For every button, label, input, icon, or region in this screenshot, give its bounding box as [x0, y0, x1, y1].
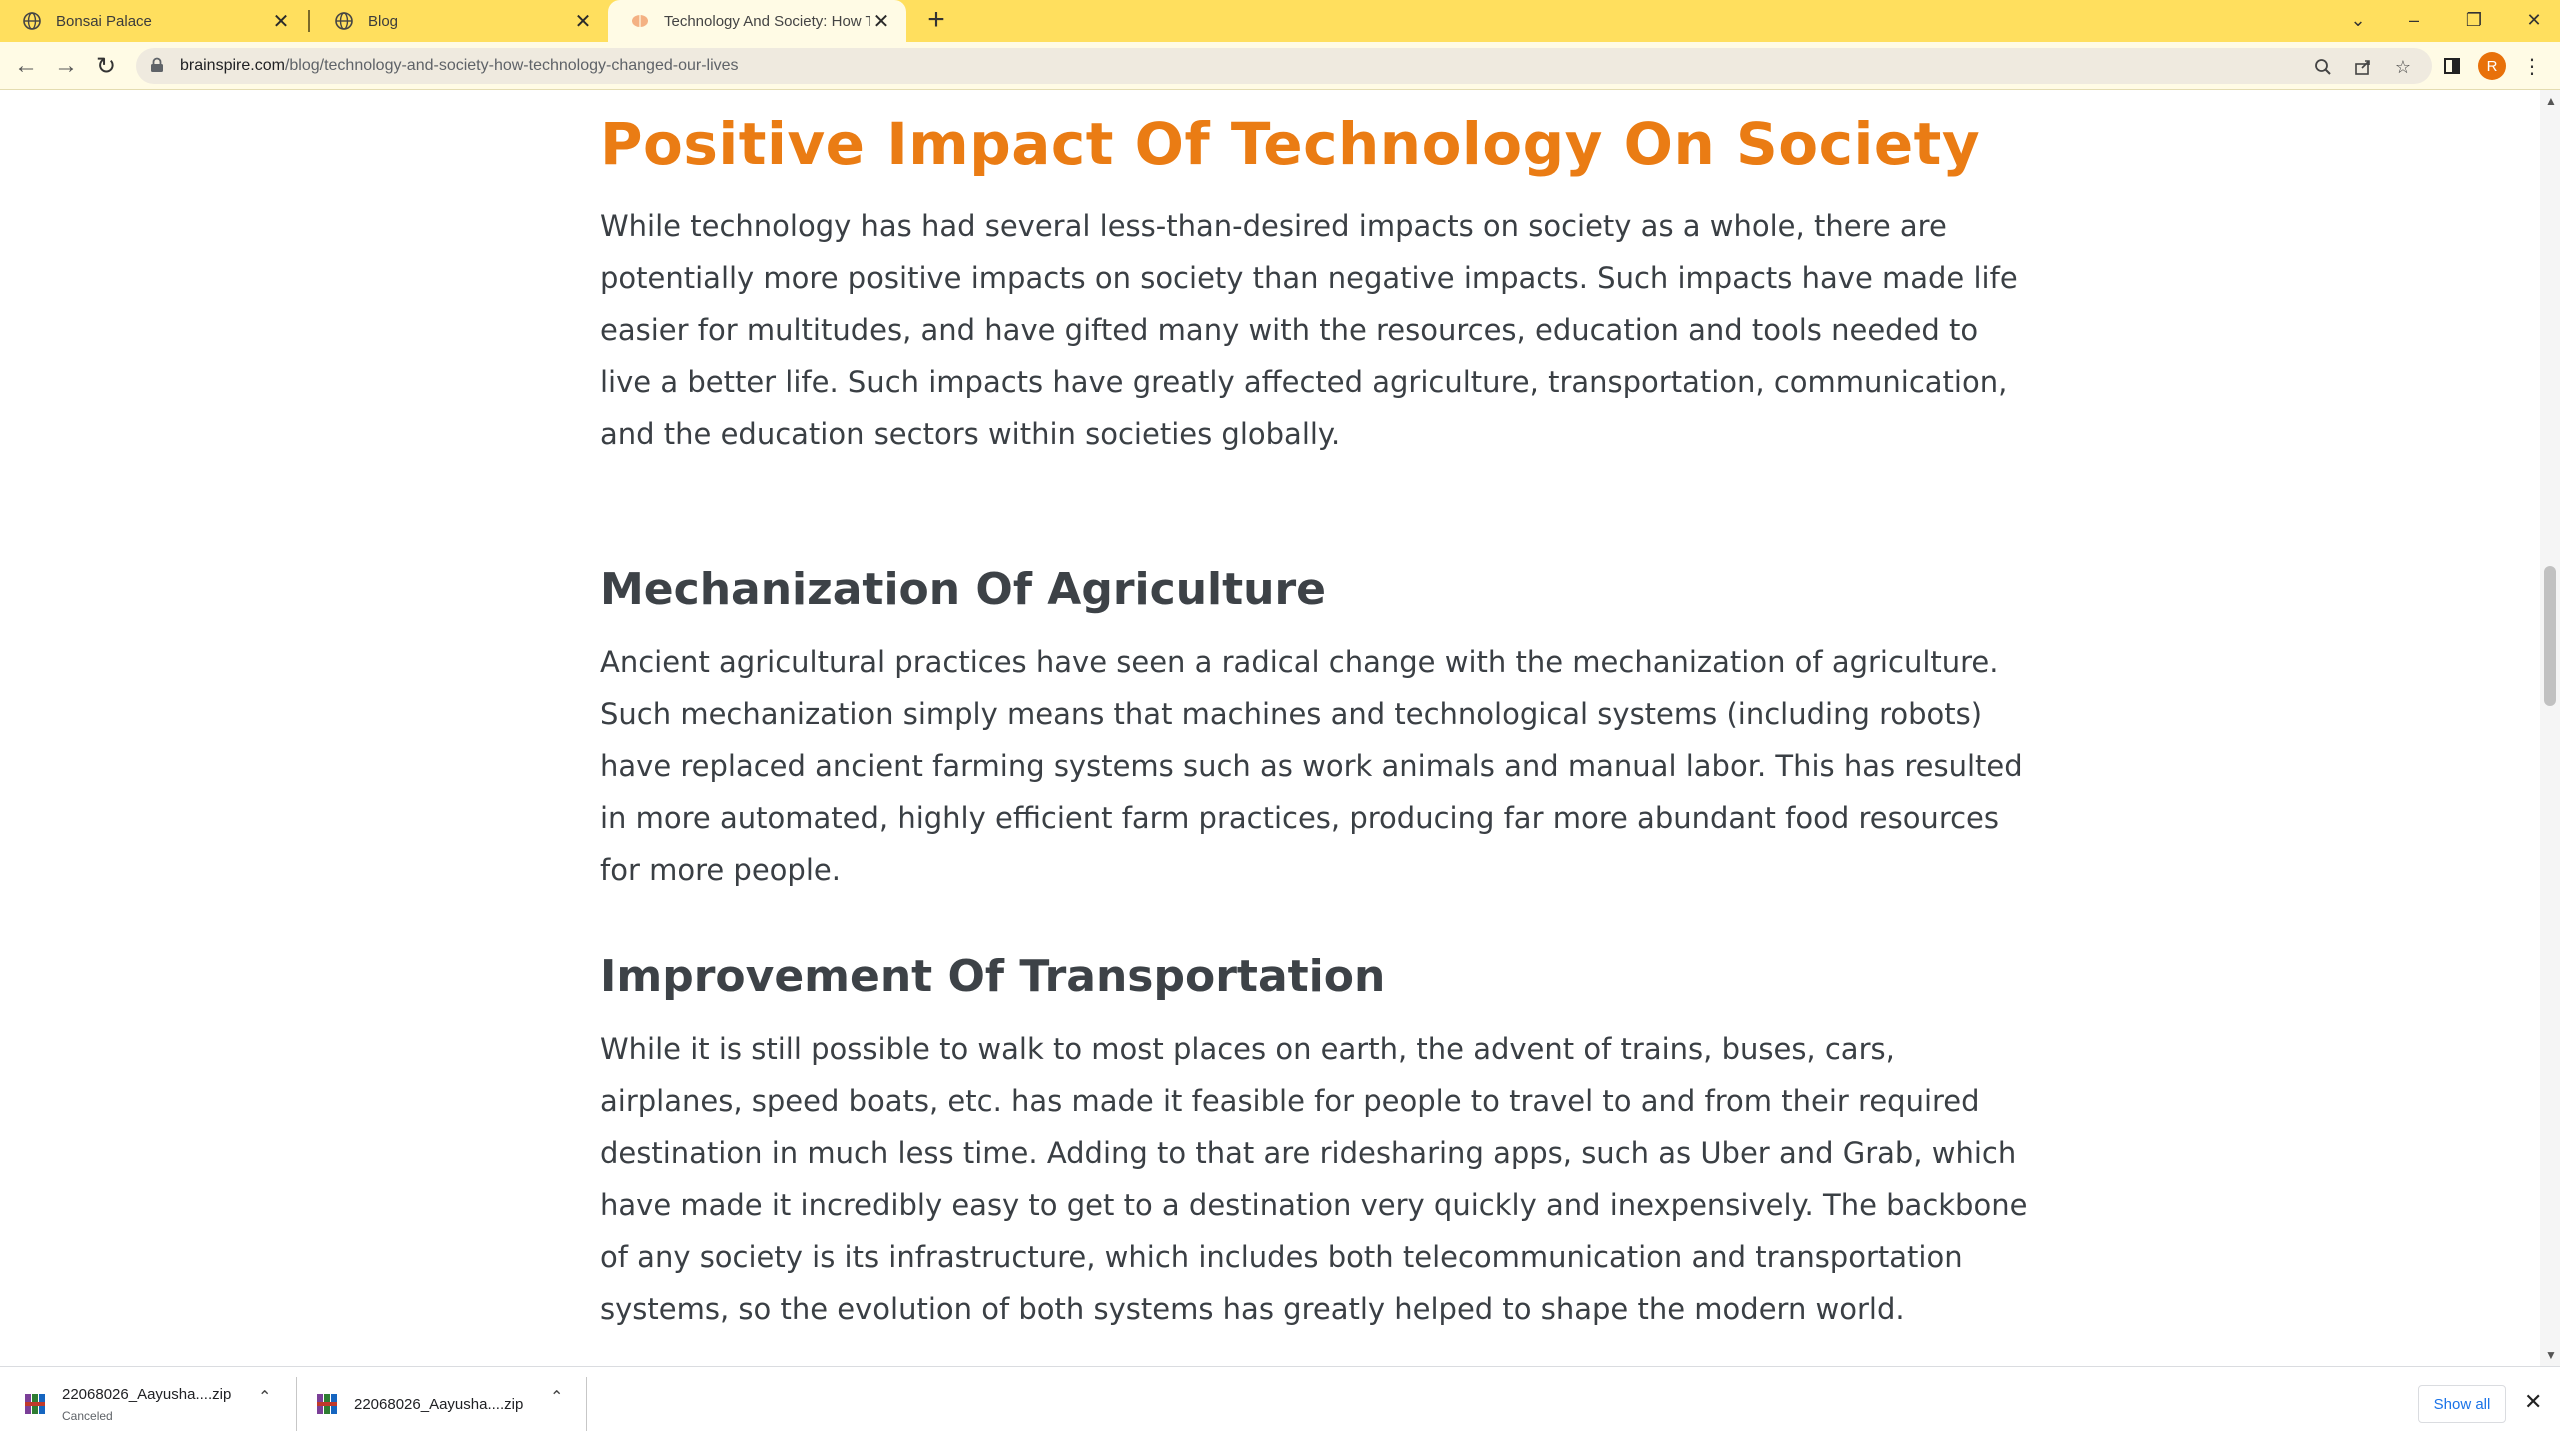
share-icon[interactable]: [2350, 54, 2376, 80]
url-host: brainspire.com: [180, 57, 285, 74]
scrollbar-thumb[interactable]: [2544, 566, 2556, 706]
archive-file-icon: [316, 1393, 338, 1415]
download-menu-chevron-icon[interactable]: ⌃: [258, 1387, 271, 1407]
url-path: /blog/technology-and-society-how-technol…: [284, 57, 739, 74]
side-panel-icon[interactable]: [2436, 50, 2468, 82]
url-text[interactable]: brainspire.com/blog/technology-and-socie…: [180, 57, 739, 75]
download-item[interactable]: 22068026_Aayusha....zip: [316, 1377, 576, 1431]
download-status: Canceled: [62, 1408, 113, 1423]
scroll-down-arrow-icon[interactable]: ▼: [2545, 1348, 2557, 1362]
download-item[interactable]: 22068026_Aayusha....zip Canceled: [24, 1377, 284, 1431]
page-content: Positive Impact Of Technology On Society…: [0, 90, 2540, 1366]
new-tab-button[interactable]: +: [921, 3, 951, 36]
tab-search-chevron-icon[interactable]: ⌄: [2328, 0, 2388, 40]
archive-file-icon: [24, 1393, 46, 1415]
show-all-downloads-button[interactable]: Show all: [2418, 1385, 2506, 1423]
bookmark-star-icon[interactable]: ☆: [2390, 54, 2416, 80]
tab-title: Bonsai Palace: [56, 12, 152, 30]
download-menu-chevron-icon[interactable]: ⌃: [550, 1387, 563, 1407]
download-divider: [296, 1377, 297, 1431]
download-divider: [586, 1377, 587, 1431]
globe-icon: [334, 11, 354, 31]
download-shelf: 22068026_Aayusha....zip Canceled ⌃ 22068…: [0, 1366, 2560, 1440]
tab-bonsai-palace[interactable]: Bonsai Palace ✕: [0, 0, 306, 42]
restore-button[interactable]: ❐: [2444, 0, 2504, 40]
profile-avatar[interactable]: R: [2478, 52, 2506, 80]
heading-mechanization-agriculture: Mechanization Of Agriculture: [600, 564, 1326, 615]
scroll-up-arrow-icon[interactable]: ▲: [2545, 94, 2557, 108]
close-tab-icon[interactable]: ✕: [572, 10, 594, 33]
close-window-button[interactable]: ✕: [2504, 0, 2560, 40]
reload-button[interactable]: ↻: [90, 50, 122, 82]
menu-kebab-icon[interactable]: ⋮: [2516, 50, 2548, 82]
download-filename: 22068026_Aayusha....zip: [354, 1395, 524, 1413]
tab-blog[interactable]: Blog ✕: [312, 0, 608, 42]
minimize-button[interactable]: –: [2384, 0, 2444, 40]
browser-toolbar: ← → ↻ brainspire.com/blog/technology-and…: [0, 42, 2560, 90]
address-bar[interactable]: brainspire.com/blog/technology-and-socie…: [136, 48, 2432, 84]
tab-title: Blog: [368, 12, 399, 30]
lock-icon[interactable]: [150, 57, 168, 75]
close-tab-icon[interactable]: ✕: [870, 10, 892, 33]
paragraph-agriculture: Ancient agricultural practices have seen…: [600, 645, 2023, 887]
back-button[interactable]: ←: [10, 50, 42, 82]
heading-improvement-transportation: Improvement Of Transportation: [600, 951, 1386, 1002]
page-scrollbar[interactable]: ▲ ▼: [2540, 90, 2560, 1366]
close-download-shelf-icon[interactable]: ✕: [2524, 1389, 2542, 1415]
globe-icon: [22, 11, 42, 31]
brain-icon: [630, 11, 650, 31]
download-filename: 22068026_Aayusha....zip: [62, 1385, 232, 1403]
tab-strip: Bonsai Palace ✕ Blog ✕ Technology And So…: [0, 0, 2560, 42]
paragraph-positive-impact: While technology has had several less-th…: [600, 209, 2018, 451]
close-tab-icon[interactable]: ✕: [270, 10, 292, 33]
paragraph-transportation: While it is still possible to walk to mo…: [600, 1032, 2028, 1326]
zoom-icon[interactable]: [2310, 54, 2336, 80]
forward-button[interactable]: →: [50, 50, 82, 82]
tab-technology-and-society[interactable]: Technology And Society: How Te ✕: [608, 0, 906, 42]
tab-title: Technology And Society: How Te: [664, 12, 870, 30]
tab-divider: [308, 10, 310, 32]
heading-positive-impact: Positive Impact Of Technology On Society: [600, 110, 1981, 178]
